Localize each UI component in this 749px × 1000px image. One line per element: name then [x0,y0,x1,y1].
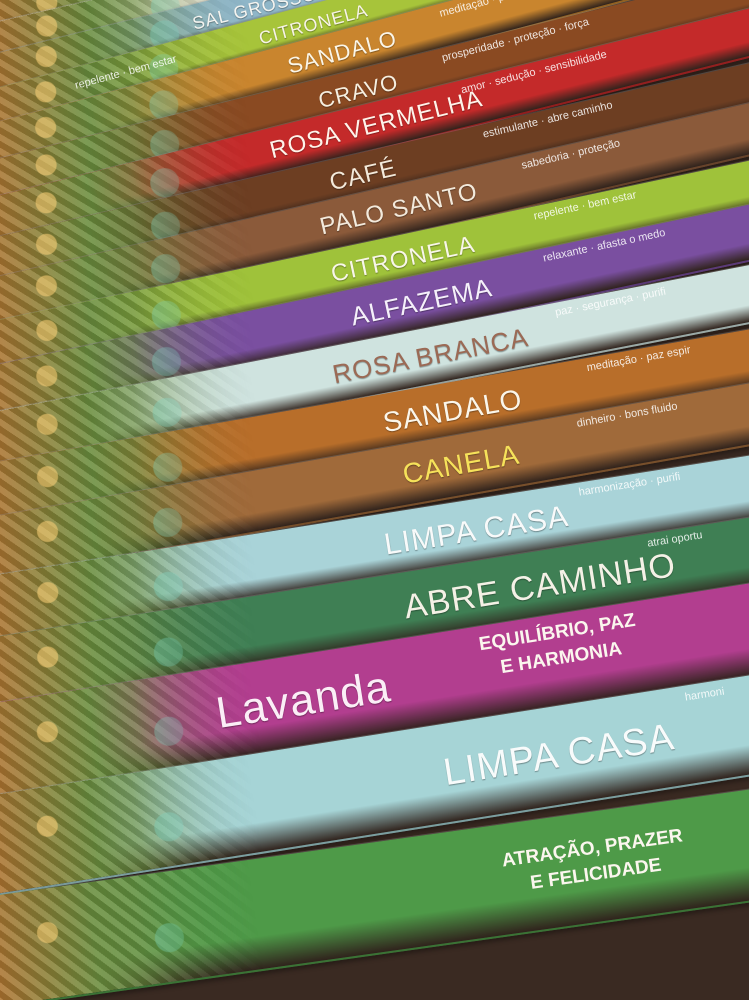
incense-tagline: harmoni [684,685,726,704]
incense-tagline: ATRAÇÃO, PRAZER E FELICIDADE [500,825,684,894]
incense-tagline: harmonização · purifi [577,470,682,499]
incense-box-stack: CHAMA$ORTE RAPIDACOCOTajSAL GROSSO CANFO… [0,0,749,1000]
incense-tagline: meditação · paz espiritual [438,0,562,20]
